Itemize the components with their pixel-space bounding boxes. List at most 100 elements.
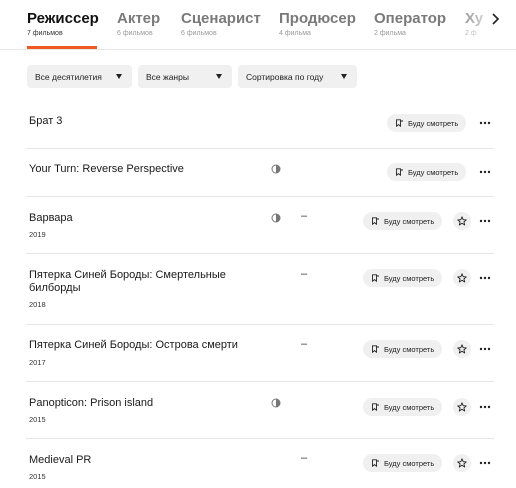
watch-later-button[interactable]: Буду смотреть <box>363 269 443 287</box>
film-title[interactable]: Пятерка Синей Бороды: Смертельные билбор… <box>29 269 259 295</box>
film-row[interactable]: Брат 3 Буду смотреть <box>26 100 494 149</box>
film-title[interactable]: Panopticon: Prison island <box>29 397 259 410</box>
watch-later-button[interactable]: Буду смотреть <box>363 212 443 230</box>
tab-label: Продюсер <box>279 10 356 27</box>
tab-count: 2 ф <box>465 30 477 37</box>
watch-later-label: Буду смотреть <box>384 273 435 283</box>
star-icon <box>457 344 467 354</box>
watch-later-label: Буду смотреть <box>384 402 435 412</box>
tab-count: 2 фильма <box>374 30 406 37</box>
chevron-right-icon[interactable] <box>488 12 502 26</box>
more-button[interactable] <box>477 269 493 287</box>
tab-label: Сценарист <box>181 10 261 27</box>
tab-director[interactable]: Режиссер 7 фильмов <box>27 10 99 37</box>
tab-producer[interactable]: Продюсер 4 фильма <box>279 10 356 37</box>
tab-label: Оператор <box>374 10 447 27</box>
more-icon <box>479 219 491 223</box>
watch-later-button[interactable]: Буду смотреть <box>387 163 467 181</box>
bookmark-icon <box>372 403 379 411</box>
caret-down-icon <box>216 74 222 79</box>
more-button[interactable] <box>477 340 493 358</box>
tab-count: 4 фильма <box>279 30 311 37</box>
user-rating: – <box>301 338 308 350</box>
more-icon <box>479 347 491 351</box>
caret-down-icon <box>116 74 122 79</box>
rate-button[interactable] <box>453 269 471 287</box>
watch-later-label: Буду смотреть <box>384 344 435 354</box>
bookmark-icon <box>396 119 403 127</box>
watch-later-label: Буду смотреть <box>408 167 459 177</box>
film-title[interactable]: Варвара <box>29 212 259 225</box>
film-row[interactable]: Medieval PR 2015 – Буду смотреть <box>26 439 494 488</box>
film-row[interactable]: Варвара 2019 – Буду смотреть <box>26 197 494 254</box>
genres-filter-label: Все жанры <box>146 71 189 82</box>
film-row[interactable]: Пятерка Синей Бороды: Острова смерти 201… <box>26 325 494 382</box>
star-icon <box>457 216 467 226</box>
bookmark-icon <box>372 345 379 353</box>
film-title[interactable]: Medieval PR <box>29 454 259 467</box>
active-tab-indicator <box>27 46 97 49</box>
rate-button[interactable] <box>453 454 471 472</box>
more-icon <box>479 405 491 409</box>
film-row[interactable]: Your Turn: Reverse Perspective Буду смот… <box>26 149 494 197</box>
more-icon <box>479 461 491 465</box>
tab-count: 7 фильмов <box>27 30 63 37</box>
tab-writer[interactable]: Сценарист 6 фильмов <box>181 10 261 37</box>
rate-button[interactable] <box>453 212 471 230</box>
watch-later-label: Буду смотреть <box>384 216 435 226</box>
user-rating: – <box>301 268 308 280</box>
more-icon <box>479 170 491 174</box>
rate-button[interactable] <box>453 340 471 358</box>
bookmark-icon <box>372 274 379 282</box>
bookmark-icon <box>396 168 403 176</box>
more-icon <box>479 121 491 125</box>
tab-artist[interactable]: Ху 2 ф <box>465 10 483 37</box>
tab-operator[interactable]: Оператор 2 фильма <box>374 10 446 37</box>
more-button[interactable] <box>477 212 493 230</box>
rate-button[interactable] <box>453 398 471 416</box>
user-rating: – <box>301 452 308 464</box>
user-rating: – <box>301 210 308 222</box>
film-year: 2017 <box>29 358 46 367</box>
watch-later-button[interactable]: Буду смотреть <box>363 454 443 472</box>
star-icon <box>457 402 467 412</box>
film-year: 2019 <box>29 230 46 239</box>
decades-filter-label: Все десятилетия <box>35 71 102 82</box>
more-icon <box>479 276 491 280</box>
sort-filter-label: Сортировка по году <box>246 71 324 82</box>
tab-count: 6 фильмов <box>181 30 217 37</box>
more-button[interactable] <box>477 163 493 181</box>
watch-later-button[interactable]: Буду смотреть <box>363 340 443 358</box>
bookmark-icon <box>372 217 379 225</box>
film-title[interactable]: Your Turn: Reverse Perspective <box>29 163 259 176</box>
decades-filter[interactable]: Все десятилетия <box>27 65 132 88</box>
tab-label: Актер <box>117 10 161 27</box>
watch-later-label: Буду смотреть <box>408 118 459 128</box>
rating-half-icon <box>271 213 281 223</box>
star-icon <box>457 273 467 283</box>
caret-down-icon <box>341 74 347 79</box>
film-year: 2015 <box>29 415 46 424</box>
tab-bar: Режиссер 7 фильмов Актер 6 фильмов Сцена… <box>0 0 516 50</box>
tab-actor[interactable]: Актер 6 фильмов <box>117 10 160 37</box>
film-year: 2015 <box>29 472 46 481</box>
watch-later-button[interactable]: Буду смотреть <box>363 398 443 416</box>
more-button[interactable] <box>477 454 493 472</box>
film-year: 2018 <box>29 300 46 309</box>
more-button[interactable] <box>477 398 493 416</box>
more-button[interactable] <box>477 114 493 132</box>
sort-filter[interactable]: Сортировка по году <box>238 65 357 88</box>
bookmark-icon <box>372 459 379 467</box>
watch-later-button[interactable]: Буду смотреть <box>387 114 467 132</box>
star-icon <box>457 458 467 468</box>
tab-label: Ху <box>465 10 484 27</box>
film-row[interactable]: Пятерка Синей Бороды: Смертельные билбор… <box>26 254 494 325</box>
tab-count: 6 фильмов <box>117 30 153 37</box>
genres-filter[interactable]: Все жанры <box>138 65 232 88</box>
film-title[interactable]: Пятерка Синей Бороды: Острова смерти <box>29 339 259 352</box>
rating-half-icon <box>271 164 281 174</box>
film-title[interactable]: Брат 3 <box>29 115 259 128</box>
rating-half-icon <box>271 398 281 408</box>
film-row[interactable]: Panopticon: Prison island 2015 Буду смот… <box>26 382 494 439</box>
tab-label: Режиссер <box>27 10 99 27</box>
